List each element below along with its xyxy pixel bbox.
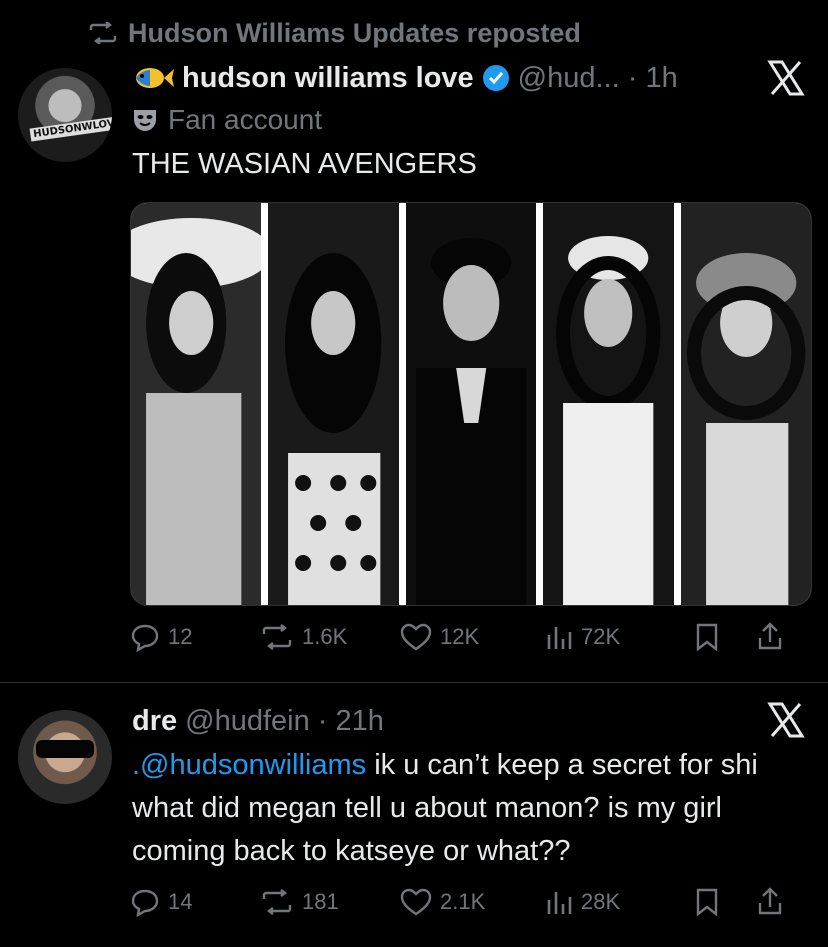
repost-button[interactable]: 181	[260, 889, 400, 915]
avatar[interactable]: HUDSONWLOVE	[18, 68, 112, 162]
photo-panel	[405, 203, 537, 605]
tweet-actions: 12 1.6K 12K 72K	[130, 617, 810, 657]
bookmark-button[interactable]	[695, 623, 757, 651]
photo-panel	[131, 203, 262, 605]
sunglasses-graphic	[36, 740, 94, 758]
bookmark-icon	[695, 623, 719, 651]
reply-count: 14	[168, 889, 193, 914]
fish-emoji-icon	[132, 64, 174, 92]
like-button[interactable]: 12K	[400, 623, 545, 651]
mask-icon	[132, 107, 158, 133]
repost-count: 181	[302, 889, 339, 914]
affiliation-row: Fan account	[132, 100, 322, 140]
bookmark-button[interactable]	[695, 888, 757, 916]
views-icon	[545, 888, 573, 916]
mention-link[interactable]: .@hudsonwilliams	[132, 749, 366, 781]
reply-button[interactable]: 12	[130, 622, 260, 652]
views-icon	[545, 623, 573, 651]
handle-time[interactable]: @hud... · 1h	[518, 62, 678, 95]
reply-icon	[130, 622, 160, 652]
share-icon	[757, 622, 783, 652]
avatar[interactable]	[18, 710, 112, 804]
repost-icon	[260, 624, 294, 650]
share-button[interactable]	[757, 887, 783, 917]
tweet-divider	[0, 682, 828, 683]
x-logo-icon	[766, 700, 806, 740]
photo-panel	[543, 203, 674, 605]
repost-icon	[88, 22, 118, 44]
repost-header-text: Hudson Williams Updates reposted	[128, 17, 581, 48]
tweet-text: THE WASIAN AVENGERS	[132, 148, 477, 180]
display-name[interactable]: hudson williams love	[182, 62, 474, 95]
share-button[interactable]	[757, 622, 783, 652]
views-button[interactable]: 72K	[545, 623, 695, 651]
reply-button[interactable]: 14	[130, 887, 260, 917]
like-icon	[400, 623, 432, 651]
verified-badge-icon	[482, 64, 510, 92]
handle-time[interactable]: @hudfein · 21h	[185, 705, 384, 738]
repost-icon	[260, 889, 294, 915]
share-icon	[757, 887, 783, 917]
display-name[interactable]: dre	[132, 705, 177, 738]
tweet-author-row: dre @hudfein · 21h	[132, 700, 384, 742]
tweet-actions: 14 181 2.1K 28K	[130, 882, 810, 922]
tweet-text: .@hudsonwilliams ik u can’t keep a secre…	[132, 744, 792, 873]
tweet-media[interactable]	[130, 202, 812, 606]
tweet-author-row: hudson williams love @hud... · 1h	[132, 56, 678, 100]
affiliation-label: Fan account	[168, 104, 323, 135]
like-button[interactable]: 2.1K	[400, 888, 545, 916]
like-count: 12K	[440, 624, 480, 649]
repost-header[interactable]: Hudson Williams Updates reposted	[88, 16, 581, 50]
views-count: 28K	[581, 889, 621, 914]
views-count: 72K	[581, 624, 621, 649]
x-logo-icon	[766, 58, 806, 98]
photo-panel	[268, 203, 399, 605]
like-icon	[400, 888, 432, 916]
avatar-stamp: HUDSONWLOVE	[29, 115, 112, 142]
reply-icon	[130, 887, 160, 917]
photo-panel	[680, 203, 811, 605]
repost-button[interactable]: 1.6K	[260, 624, 400, 650]
bookmark-icon	[695, 888, 719, 916]
reply-count: 12	[168, 624, 193, 649]
views-button[interactable]: 28K	[545, 888, 695, 916]
repost-count: 1.6K	[302, 624, 348, 649]
like-count: 2.1K	[440, 889, 486, 914]
